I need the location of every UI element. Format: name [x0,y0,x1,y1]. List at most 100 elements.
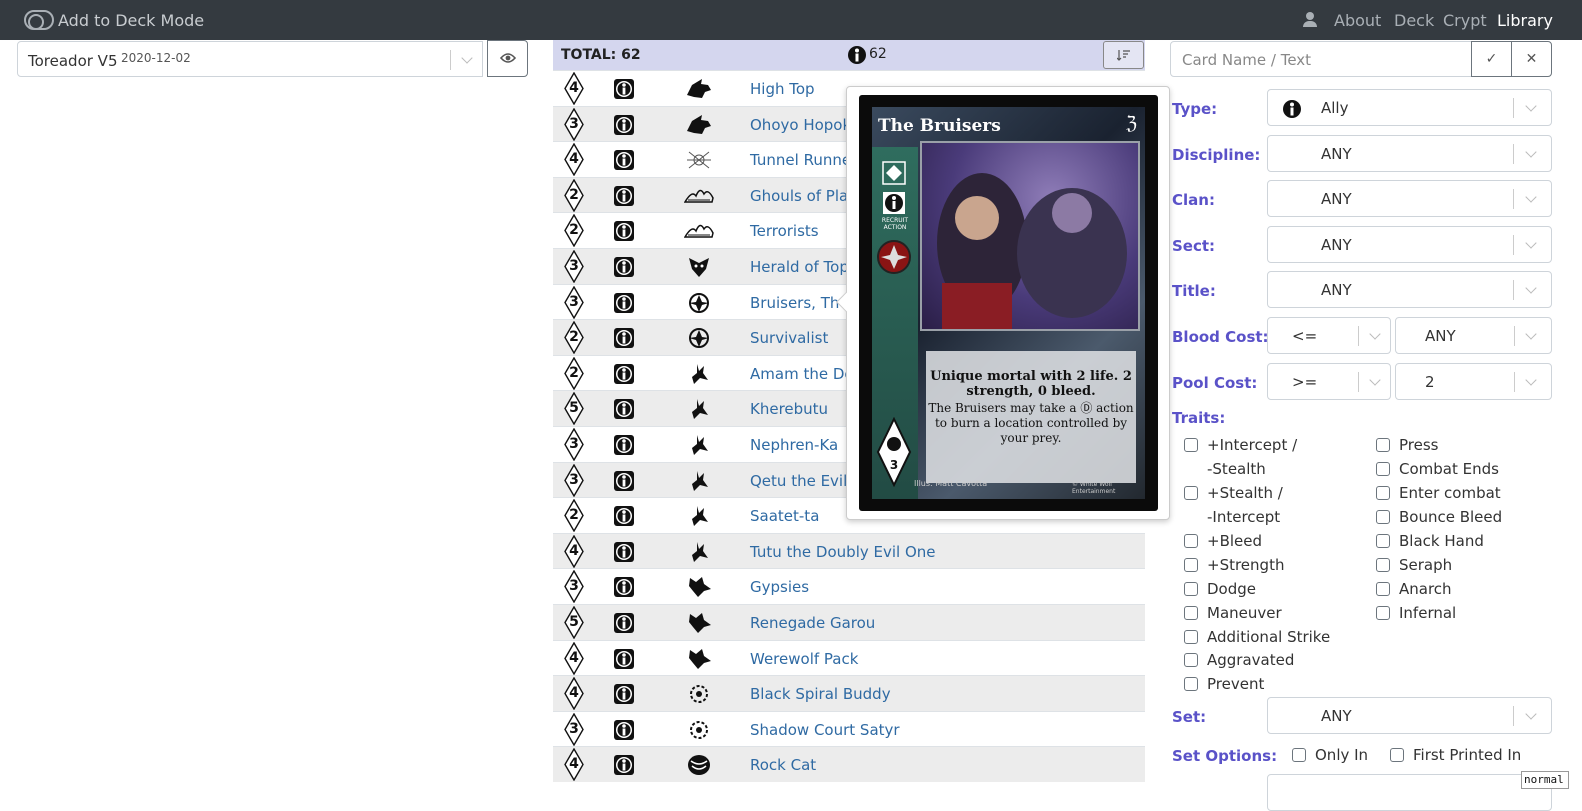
clan-select[interactable]: ANY [1267,180,1552,217]
card-name-link[interactable]: Kherebutu [750,400,828,418]
pool-cost-operator: >= [1292,373,1318,391]
trait-checkbox[interactable] [1184,582,1198,596]
card-cost: 2 [569,364,579,381]
trait-checkbox[interactable] [1376,438,1390,452]
ally-type-icon [614,684,634,705]
trait-checkbox[interactable] [1376,462,1390,476]
blood-cost-badge: 4 [564,71,584,106]
deck-mode-toggle[interactable] [24,10,54,30]
card-illustrator: Illus: Matt Cavotta [914,479,988,488]
ally-type-icon [614,613,634,633]
card-name-link[interactable]: Tutu the Doubly Evil One [750,543,936,561]
discipline-select[interactable]: ANY [1267,135,1552,172]
trait-checkbox[interactable] [1376,558,1390,572]
chevron-down-icon [1369,328,1381,340]
card-name-link[interactable]: Ghouls of Plaz [750,187,856,205]
trait-checkbox[interactable] [1376,582,1390,596]
artwork-figures [937,173,1127,329]
table-row[interactable]: 4 Tutu the Doubly Evil One [553,532,1145,569]
trait-checkbox[interactable] [1184,534,1198,548]
card-name-link[interactable]: Werewolf Pack [750,650,858,668]
card-name-link[interactable]: Shadow Court Satyr [750,721,900,739]
ghoul-icon [684,225,714,239]
table-row[interactable]: 3 Shadow Court Satyr [553,710,1145,747]
card-text-bold: Unique mortal with 2 life. 2 strength, 0… [930,369,1132,399]
trait-checkbox[interactable] [1184,438,1198,452]
trait-checkbox[interactable] [1376,486,1390,500]
spiral-icon [690,685,708,704]
ally-type-icon [614,755,634,776]
trait-checkbox[interactable] [1184,558,1198,572]
blood-cost-badge: 4 [564,747,584,782]
user-icon[interactable] [1303,12,1317,28]
card-name-link[interactable]: Nephren-Ka [750,436,838,454]
deck-select[interactable]: Toreador V5 2020-12-02 [17,41,483,77]
table-row[interactable]: 5 Renegade Garou [553,604,1145,640]
card-name-link[interactable]: Qetu the Evil I [750,472,856,490]
search-input[interactable]: Card Name / Text [1170,41,1472,77]
wolf-icon [687,114,711,134]
nav-library[interactable]: Library [1497,11,1553,30]
show-deck-button[interactable] [487,40,528,77]
card-name-link[interactable]: Survivalist [750,329,828,347]
card-frame: The Bruisers ℨ RECRUIT ACTION 3 Unique m… [872,107,1145,499]
card-name-link[interactable]: High Top [750,80,815,98]
card-copyright: © White Wolf Entertainment [1072,481,1116,495]
pool-cost-operator-select[interactable]: >= [1267,363,1391,400]
ally-type-icon [848,46,866,64]
blood-cost-select[interactable]: ANY [1395,317,1552,354]
table-row[interactable]: 4 Rock Cat [553,746,1145,782]
nav-crypt[interactable]: Crypt [1443,11,1487,30]
set-label: Set: [1172,708,1207,726]
sect-select[interactable]: ANY [1267,226,1552,263]
type-select[interactable]: Ally [1267,89,1552,126]
type-value: Ally [1321,99,1349,117]
trait-label: -Intercept [1207,508,1281,526]
chevron-down-icon [1525,282,1537,294]
trait-label: Anarch [1399,580,1452,598]
title-select[interactable]: ANY [1267,271,1552,308]
card-name-link[interactable]: Rock Cat [750,756,816,774]
set-select[interactable]: ANY [1267,697,1552,734]
ally-type-icon [614,541,634,562]
set-options-select[interactable] [1267,774,1552,811]
sort-button[interactable] [1103,41,1144,69]
card-name-link[interactable]: Gypsies [750,578,809,596]
trait-checkbox[interactable] [1184,653,1198,667]
card-name-link[interactable]: Saatet-ta [750,507,819,525]
card-name-link[interactable]: Amam the De [750,365,854,383]
card-cost: 4 [569,756,579,773]
trait-checkbox[interactable] [1184,677,1198,691]
select-separator [1358,372,1359,392]
select-separator [1514,372,1515,392]
spiral-icon [690,720,708,739]
blood-cost-badge: 2 [564,320,584,355]
search-clear-button[interactable]: ✕ [1511,41,1552,77]
trait-checkbox[interactable] [1376,534,1390,548]
card-name-link[interactable]: Black Spiral Buddy [750,685,891,703]
wolf-head-icon [689,613,711,633]
first-printed-checkbox[interactable] [1390,748,1404,762]
card-name-link[interactable]: Tunnel Runne [750,151,851,169]
ally-card-icon [883,192,905,214]
blood-cost-operator-select[interactable]: <= [1267,317,1391,354]
nav-deck[interactable]: Deck [1394,11,1434,30]
pool-cost-select[interactable]: 2 [1395,363,1552,400]
card-name-link[interactable]: Renegade Garou [750,614,875,632]
card-name-link[interactable]: Herald of Topl [750,258,853,276]
search-submit-button[interactable]: ✓ [1471,41,1512,77]
trait-checkbox[interactable] [1376,510,1390,524]
nav-about[interactable]: About [1334,11,1381,30]
trait-checkbox[interactable] [1376,606,1390,620]
table-row[interactable]: 4 Black Spiral Buddy [553,675,1145,711]
trait-checkbox[interactable] [1184,486,1198,500]
trait-checkbox[interactable] [1184,630,1198,644]
only-in-checkbox[interactable] [1292,748,1306,762]
card-name-link[interactable]: Bruisers, The [750,294,849,312]
chevron-down-icon [1525,237,1537,249]
card-name-link[interactable]: Ohoyo Hopok [750,116,851,134]
table-row[interactable]: 4 Werewolf Pack [553,639,1145,676]
table-row[interactable]: 3 Gypsies [553,568,1145,604]
trait-checkbox[interactable] [1184,606,1198,620]
card-name-link[interactable]: Terrorists [750,222,819,240]
